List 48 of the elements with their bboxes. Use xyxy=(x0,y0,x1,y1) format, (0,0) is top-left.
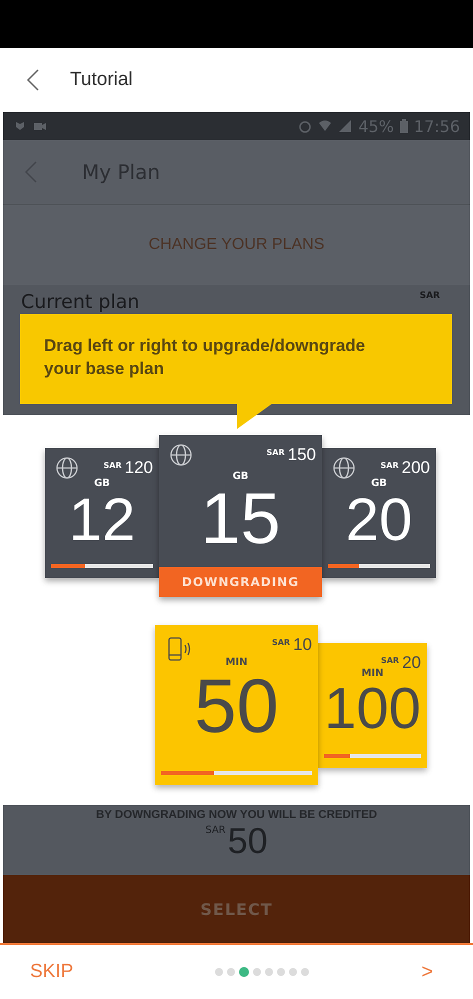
currency-label: SAR xyxy=(104,461,122,470)
alarm-icon xyxy=(298,119,312,133)
next-button[interactable]: > xyxy=(421,960,433,984)
page-title: Tutorial xyxy=(70,69,133,91)
page-dot[interactable] xyxy=(289,968,298,976)
currency-label: SAR xyxy=(266,448,285,457)
data-amount: 20 xyxy=(346,489,412,551)
page-dot[interactable] xyxy=(239,966,250,976)
signal-icon xyxy=(338,119,352,133)
battery-icon xyxy=(400,119,408,133)
currency-label: SAR xyxy=(272,638,290,647)
section-title: CHANGE YOUR PLANS xyxy=(148,236,324,254)
page-dot[interactable] xyxy=(227,968,236,976)
plan-price: 150 xyxy=(288,445,316,465)
current-plan-label: Current plan xyxy=(21,291,140,313)
plan-price: 120 xyxy=(124,458,153,478)
plan-price: 20 xyxy=(402,653,421,673)
page-dot[interactable] xyxy=(215,968,224,976)
unit-label: GB xyxy=(232,471,248,482)
currency-label: SAR xyxy=(205,825,226,836)
minutes-amount: 50 xyxy=(194,668,279,746)
data-amount: 12 xyxy=(68,489,136,551)
plan-price: 200 xyxy=(402,458,430,478)
data-amount: 15 xyxy=(200,482,281,556)
unit-label: GB xyxy=(94,478,110,489)
page-dot[interactable] xyxy=(265,968,274,976)
back-icon[interactable] xyxy=(26,69,40,91)
unit-label: GB xyxy=(371,478,387,489)
notification-icon xyxy=(13,119,27,133)
page-dot[interactable] xyxy=(277,968,286,976)
currency-label: SAR xyxy=(380,461,399,470)
skip-button[interactable]: SKIP xyxy=(30,961,74,983)
credit-amount: 50 xyxy=(228,821,268,861)
minutes-amount: 100 xyxy=(324,679,421,739)
status-banner: DOWNGRADING xyxy=(159,567,322,597)
globe-icon xyxy=(169,443,193,467)
phone-icon xyxy=(167,637,193,661)
plan-price: 10 xyxy=(293,635,312,655)
globe-icon xyxy=(332,456,356,480)
currency-label: SAR xyxy=(380,656,400,665)
unit-label: MIN xyxy=(225,657,248,668)
globe-icon xyxy=(55,456,79,480)
page-dot[interactable] xyxy=(301,968,310,976)
tooltip-text: Drag left or right to upgrade/downgrade your base plan xyxy=(44,336,366,378)
unit-label: MIN xyxy=(361,668,384,679)
page-dot[interactable] xyxy=(253,968,262,976)
wifi-icon xyxy=(318,119,332,133)
currency-label: SAR xyxy=(420,291,440,301)
